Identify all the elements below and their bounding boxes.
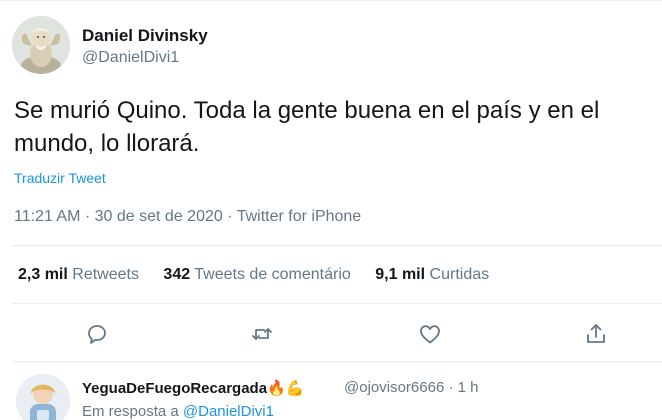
reply-author-name-text: YeguaDeFuegoRecargada: [82, 380, 268, 397]
engagement-stats: 2,3 mil Retweets 342 Tweets de comentári…: [18, 266, 509, 284]
reply-meta: @ojovisor6666 · 1 h: [344, 379, 479, 396]
reply-avatar-illustration: [16, 374, 70, 420]
reply-author-name[interactable]: YeguaDeFuegoRecargada🔥💪: [82, 379, 304, 397]
meta-separator: ·: [227, 208, 233, 225]
share-button[interactable]: [582, 320, 610, 348]
divider: [12, 245, 662, 246]
in-reply-to-prefix: Em resposta a: [82, 403, 179, 420]
tweet-detail: Daniel Divinsky @DanielDivi1 Se murió Qu…: [0, 0, 662, 420]
divider: [12, 303, 662, 304]
meta-separator: ·: [84, 208, 91, 225]
author-avatar[interactable]: [12, 16, 70, 74]
retweets-label: Retweets: [72, 266, 139, 283]
author-handle[interactable]: @DanielDivi1: [82, 49, 179, 67]
tweet-text: Se murió Quino. Toda la gente buena en e…: [14, 97, 600, 157]
meta-separator: ·: [448, 379, 454, 396]
retweet-icon: [252, 328, 272, 340]
retweet-button[interactable]: [248, 320, 276, 348]
quote-tweets-count: 342: [163, 266, 191, 283]
retweets-stat[interactable]: 2,3 mil Retweets: [18, 266, 139, 284]
retweets-count: 2,3 mil: [18, 266, 68, 283]
in-reply-to: Em resposta a @DanielDivi1: [82, 403, 274, 420]
reply-button[interactable]: [83, 320, 111, 348]
in-reply-to-mention[interactable]: @DanielDivi1: [183, 403, 274, 420]
likes-stat[interactable]: 9,1 mil Curtidas: [375, 266, 489, 284]
tweet-date[interactable]: 30 de set de 2020: [95, 208, 223, 225]
like-icon: [420, 325, 440, 344]
reply-icon: [88, 325, 106, 344]
share-icon: [587, 324, 605, 343]
reply-time[interactable]: 1 h: [458, 379, 479, 396]
reply-author-avatar[interactable]: [16, 374, 70, 420]
tweet-time[interactable]: 11:21 AM: [14, 208, 80, 225]
author-name[interactable]: Daniel Divinsky: [82, 26, 208, 46]
top-divider: [0, 0, 662, 1]
likes-label: Curtidas: [429, 266, 490, 283]
quote-tweets-stat[interactable]: 342 Tweets de comentário: [163, 266, 350, 284]
likes-count: 9,1 mil: [375, 266, 426, 283]
divider: [12, 361, 662, 362]
like-button[interactable]: [416, 320, 444, 348]
tweet-source[interactable]: Twitter for iPhone: [237, 208, 362, 225]
reply-author-handle[interactable]: @ojovisor6666: [344, 379, 444, 396]
quote-tweets-label: Tweets de comentário: [194, 266, 351, 283]
avatar-illustration: [12, 16, 70, 74]
tweet-meta: 11:21 AM · 30 de set de 2020 · Twitter f…: [14, 208, 361, 226]
translate-tweet-link[interactable]: Traduzir Tweet: [14, 170, 106, 186]
fire-flexed-biceps-emoji: 🔥💪: [267, 380, 305, 397]
